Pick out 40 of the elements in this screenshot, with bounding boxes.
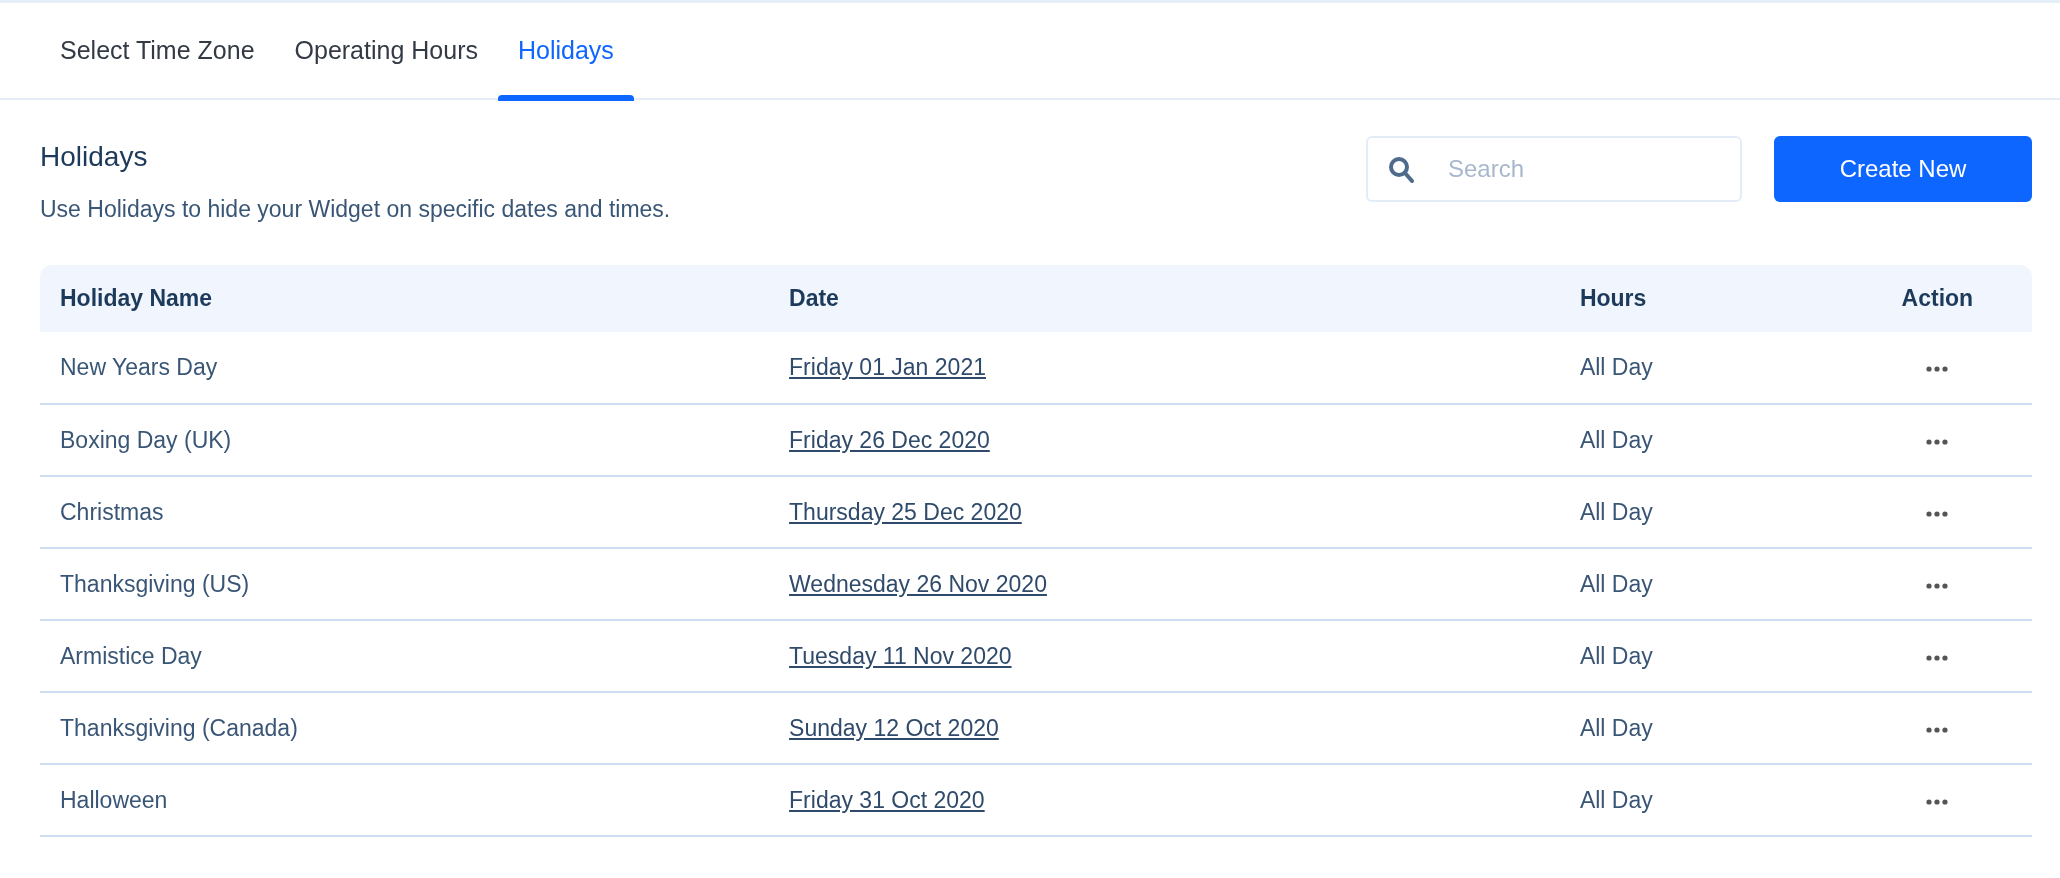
date-link[interactable]: Sunday 12 Oct 2020 — [789, 714, 999, 741]
date-link[interactable]: Friday 01 Jan 2021 — [789, 354, 986, 381]
column-header: Hours — [1559, 265, 1843, 332]
tab[interactable]: Operating Hours — [274, 3, 498, 99]
more-icon — [1926, 438, 1949, 445]
more-icon — [1926, 510, 1949, 517]
more-icon — [1926, 726, 1949, 733]
table-cell: Christmas — [40, 476, 770, 548]
column-header: Holiday Name — [40, 265, 770, 332]
more-icon — [1926, 654, 1949, 661]
table-cell: Halloween — [40, 764, 770, 836]
search-icon — [1388, 156, 1414, 183]
table-cell: All Day — [1559, 620, 1843, 692]
search-field[interactable]: Search — [1366, 136, 1742, 202]
table-cell: New Years Day — [40, 332, 770, 404]
table-cell: All Day — [1559, 548, 1843, 620]
more-icon — [1926, 798, 1949, 805]
tab[interactable]: Holidays — [497, 3, 634, 99]
date-link[interactable]: Tuesday 11 Nov 2020 — [789, 642, 1012, 669]
tab[interactable]: Select Time Zone — [40, 3, 275, 99]
create-new-button[interactable]: Create New — [1774, 136, 2032, 202]
table-cell: Boxing Day (UK) — [40, 404, 770, 476]
table-cell: Thanksgiving (US) — [40, 548, 770, 620]
section-title: Holidays — [40, 140, 149, 174]
more-icon — [1926, 582, 1949, 589]
table-cell: Thanksgiving (Canada) — [40, 692, 770, 764]
table-cell: All Day — [1559, 476, 1843, 548]
table-cell: Armistice Day — [40, 620, 770, 692]
table-cell: All Day — [1559, 404, 1843, 476]
date-link[interactable]: Friday 26 Dec 2020 — [789, 426, 990, 453]
column-header: Action — [1842, 265, 2032, 332]
section-description: Use Holidays to hide your Widget on specific dates and times. — [40, 194, 671, 224]
column-header: Date — [769, 265, 1560, 332]
table-cell: All Day — [1559, 764, 1843, 836]
date-link[interactable]: Wednesday 26 Nov 2020 — [789, 570, 1047, 597]
date-link[interactable]: Friday 31 Oct 2020 — [789, 786, 985, 813]
table-cell: All Day — [1559, 692, 1843, 764]
more-icon — [1926, 366, 1949, 373]
table-cell: All Day — [1559, 332, 1843, 404]
date-link[interactable]: Thursday 25 Dec 2020 — [789, 498, 1022, 525]
